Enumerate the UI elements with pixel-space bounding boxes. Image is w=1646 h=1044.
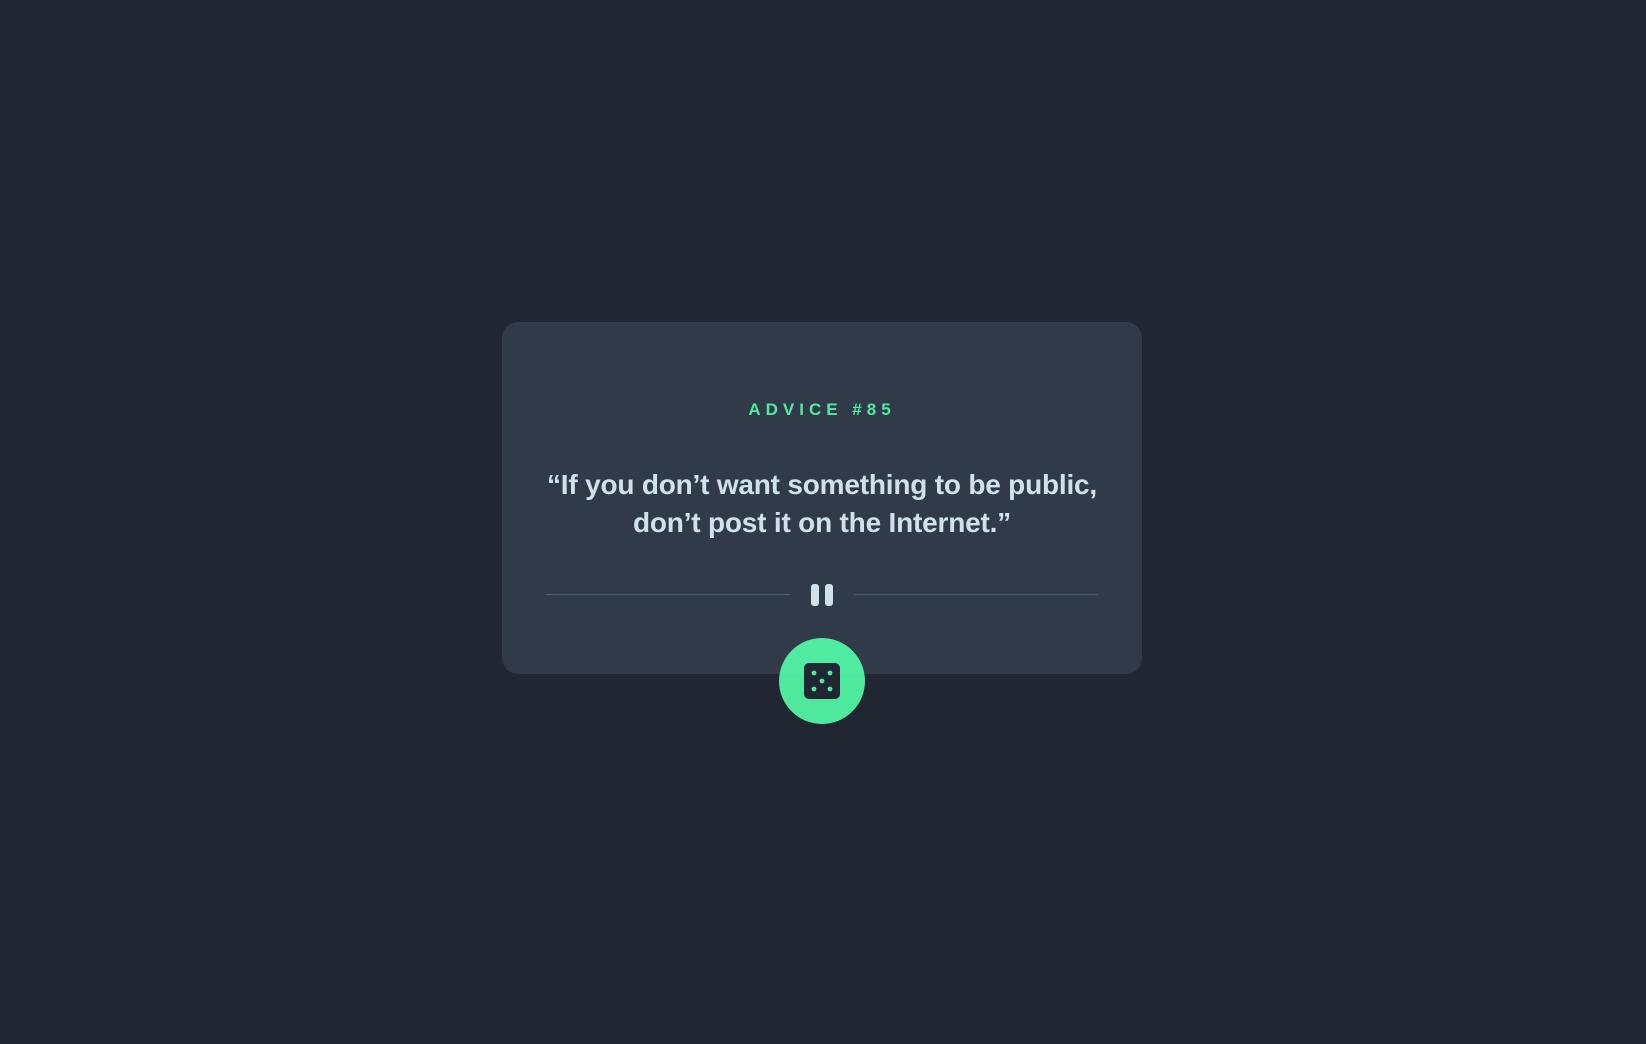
divider-line-left: [546, 594, 790, 595]
divider-line-right: [854, 594, 1098, 595]
advice-number-heading: ADVICE #85: [748, 400, 896, 419]
generate-advice-button[interactable]: [779, 638, 865, 724]
divider: [546, 584, 1098, 606]
dice-icon: [804, 663, 840, 699]
advice-card: ADVICE #85 “If you don’t want something …: [502, 322, 1142, 674]
pause-icon: [811, 584, 833, 606]
advice-quote: “If you don’t want something to be publi…: [546, 469, 1097, 538]
